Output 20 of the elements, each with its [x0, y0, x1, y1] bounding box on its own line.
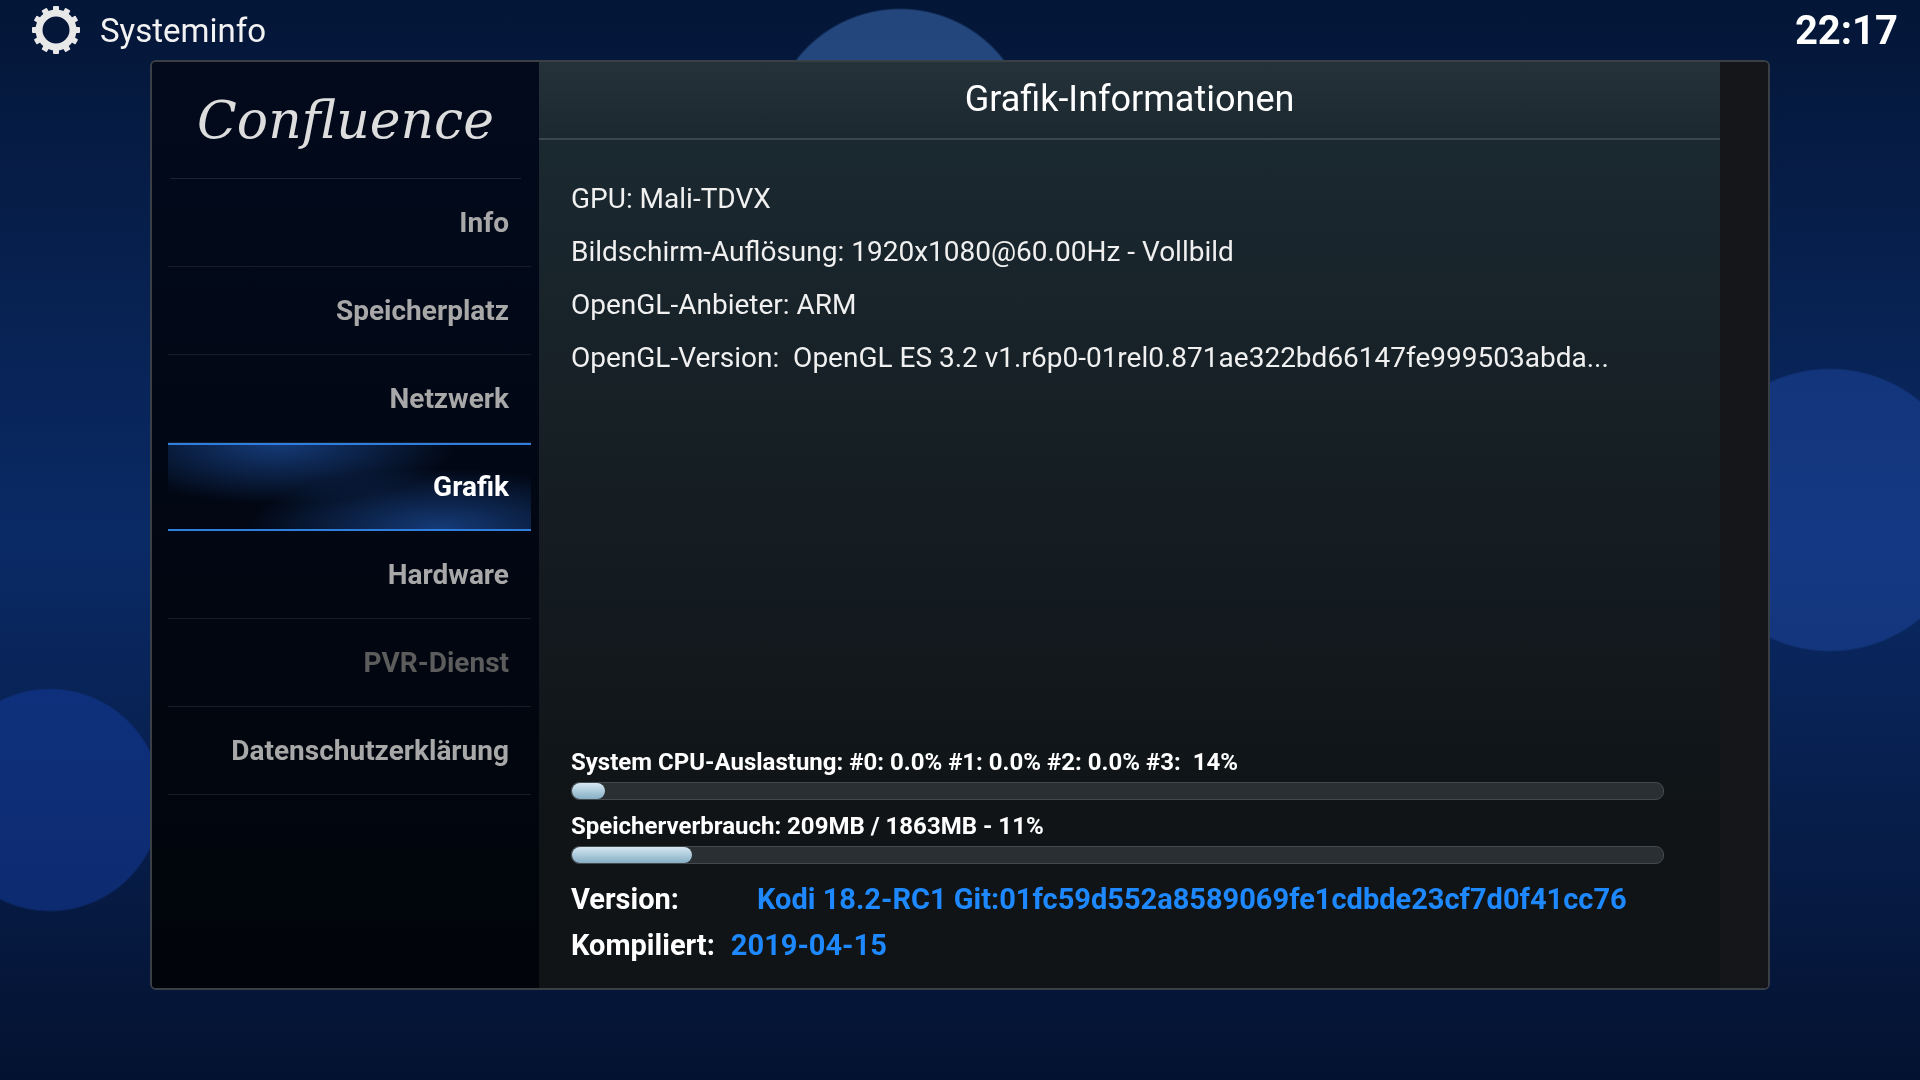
- meter-label: System CPU-Auslastung: #0: 0.0% #1: 0.0% #2: 0.0% #3: 14%: [571, 748, 1239, 777]
- clock: 22:17: [1794, 6, 1898, 54]
- info-line: OpenGL-Anbieter: ARM: [571, 287, 858, 324]
- version-label: Version:: [571, 882, 680, 917]
- window-title: Systeminfo: [100, 10, 267, 50]
- info-line: Bildschirm-Auflösung: 1920x1080@60.00Hz - Vollbild: [571, 234, 1235, 271]
- version-value: Kodi 18.2-RC1 Git:01fc59d552a8589069fe1cdbde23cf7d0f41cc76: [757, 882, 1627, 917]
- sidebar-item[interactable]: Netzwerk: [168, 355, 531, 444]
- info-line: OpenGL-Version: OpenGL ES 3.2 v1.r6p0-01rel0.871ae322bd66147fe999503abda...: [571, 340, 1610, 377]
- compiled-value: 2019-04-15: [730, 928, 887, 963]
- compiled-label: Kompiliert:: [571, 928, 715, 963]
- sidebar-item[interactable]: Grafik: [168, 443, 531, 532]
- logo: Confluence: [170, 62, 521, 180]
- meter-label: Speicherverbrauch: 209MB / 1863MB - 11%: [571, 812, 1045, 841]
- sidebar-item[interactable]: Info: [168, 179, 531, 268]
- sidebar-item[interactable]: Speicherplatz: [168, 267, 531, 356]
- info-line: GPU: Mali-TDVX: [571, 181, 772, 218]
- sidebar-item[interactable]: Hardware: [168, 531, 531, 620]
- panel-title: Grafik-Informationen: [539, 62, 1720, 141]
- sidebar-item[interactable]: Datenschutzerklärung: [168, 707, 531, 796]
